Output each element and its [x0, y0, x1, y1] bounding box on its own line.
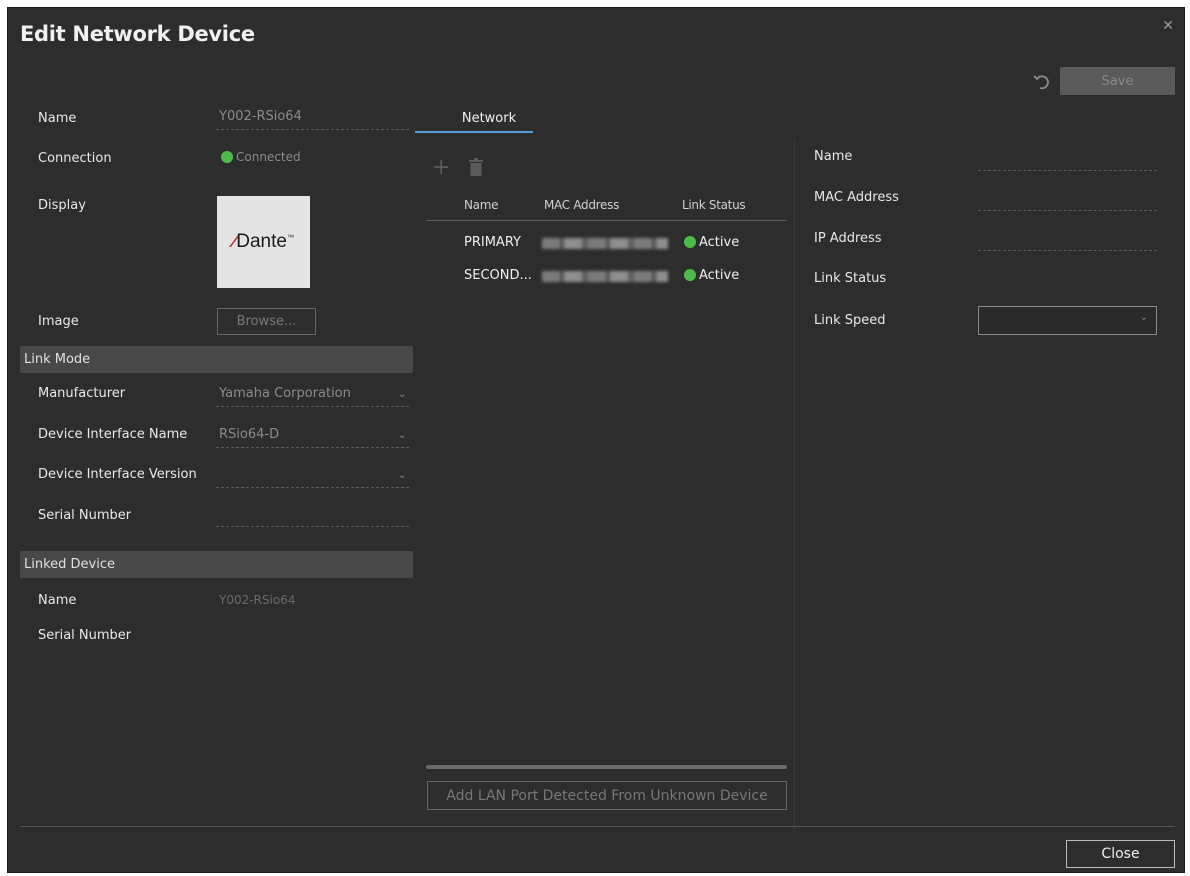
serial-number-label: Serial Number: [38, 508, 132, 523]
connection-status: Connected: [221, 150, 301, 164]
chevron-down-icon[interactable]: ⌄: [398, 389, 406, 400]
port-name-label: Name: [814, 149, 853, 164]
manufacturer-underline: [216, 406, 409, 407]
ip-address-field[interactable]: [978, 250, 1157, 251]
link-status-label: Link Status: [814, 271, 887, 286]
name-label: Name: [38, 111, 77, 126]
connection-label: Connection: [38, 151, 112, 166]
link-status-secondary: Active: [684, 268, 739, 283]
interface-version-underline: [216, 487, 409, 488]
active-status-icon: [684, 236, 696, 248]
linked-serial-label: Serial Number: [38, 628, 132, 643]
browse-button[interactable]: Browse...: [217, 308, 316, 335]
chevron-down-icon[interactable]: ⌄: [398, 430, 406, 441]
dante-logo: ⁄Dante™: [233, 231, 294, 252]
name-value[interactable]: Y002-RSio64: [219, 109, 302, 124]
column-header-mac[interactable]: MAC Address: [544, 198, 619, 212]
add-lan-port-button[interactable]: Add LAN Port Detected From Unknown Devic…: [427, 781, 787, 810]
link-speed-select[interactable]: ⌄: [978, 306, 1157, 335]
linked-device-header: Linked Device: [20, 551, 413, 578]
name-field-underline: [216, 129, 409, 130]
mac-address-field[interactable]: [978, 210, 1157, 211]
horizontal-scrollbar[interactable]: [426, 765, 787, 769]
link-speed-label: Link Speed: [814, 313, 886, 328]
active-status-icon: [684, 269, 696, 281]
port-name-primary[interactable]: PRIMARY: [464, 235, 521, 250]
interface-version-label: Device Interface Version: [38, 467, 197, 482]
port-name-field[interactable]: [978, 170, 1157, 171]
ip-address-label: IP Address: [814, 231, 882, 246]
linked-name-label: Name: [38, 593, 77, 608]
footer-divider: [20, 826, 1175, 827]
interface-name-label: Device Interface Name: [38, 427, 188, 442]
serial-number-underline: [216, 526, 409, 527]
close-icon[interactable]: ✕: [1162, 18, 1174, 34]
mac-address-redacted: [542, 271, 668, 282]
mac-address-label: MAC Address: [814, 190, 899, 205]
link-status-primary: Active: [684, 235, 739, 250]
interface-name-underline: [216, 447, 409, 448]
column-header-name[interactable]: Name: [464, 198, 499, 212]
trash-icon[interactable]: [469, 158, 483, 181]
display-image: ⁄Dante™: [217, 196, 310, 288]
mac-address-redacted: [542, 238, 668, 249]
edit-network-device-dialog: Edit Network Device ✕ Save Name Y002-RSi…: [7, 7, 1185, 873]
chevron-down-icon: ⌄: [1139, 312, 1148, 323]
link-mode-header: Link Mode: [20, 346, 413, 373]
display-label: Display: [38, 198, 86, 213]
image-label: Image: [38, 314, 79, 329]
connected-status-icon: [221, 151, 233, 163]
chevron-down-icon[interactable]: ⌄: [398, 470, 406, 481]
column-header-link-status[interactable]: Link Status: [682, 198, 746, 212]
table-header-divider: [427, 220, 787, 221]
connection-value: Connected: [236, 150, 301, 164]
undo-icon[interactable]: [1026, 66, 1056, 96]
tab-active-indicator: [415, 131, 533, 133]
save-button[interactable]: Save: [1060, 67, 1175, 95]
interface-name-value[interactable]: RSio64-D: [219, 427, 279, 442]
port-name-secondary[interactable]: SECOND...: [464, 268, 532, 283]
manufacturer-label: Manufacturer: [38, 386, 126, 401]
panel-divider: [794, 140, 795, 830]
add-icon[interactable]: +: [432, 155, 450, 180]
close-button[interactable]: Close: [1066, 840, 1175, 868]
manufacturer-value[interactable]: Yamaha Corporation: [219, 386, 351, 401]
linked-name-value: Y002-RSio64: [219, 593, 296, 607]
dialog-title: Edit Network Device: [20, 22, 255, 46]
